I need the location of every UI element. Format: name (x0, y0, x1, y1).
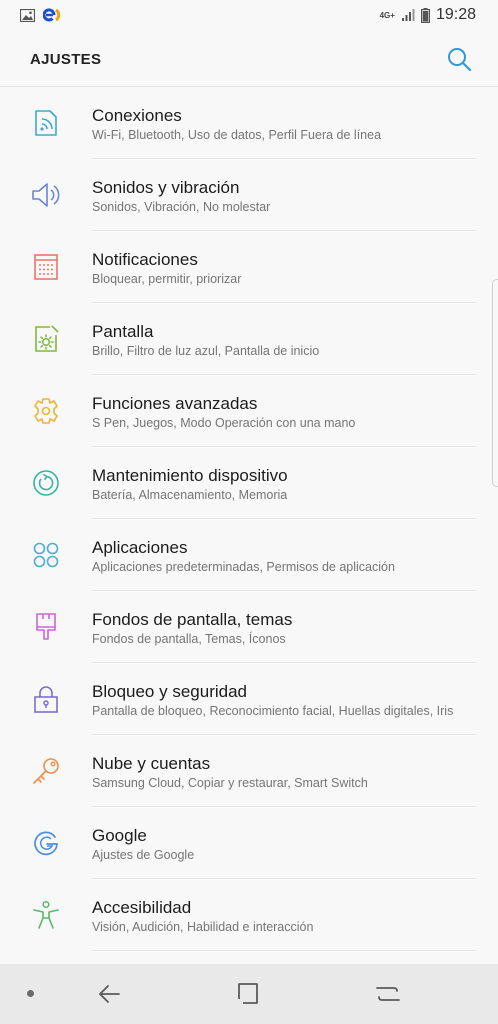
advanced-features-icon (34, 398, 58, 424)
wallpaper-icon (36, 613, 56, 640)
settings-item-sonidos[interactable]: Sonidos y vibración Sonidos, Vibración, … (0, 159, 498, 231)
settings-item-aplicaciones[interactable]: Aplicaciones Aplicaciones predeterminada… (0, 519, 498, 591)
item-subtitle: Ajustes de Google (92, 848, 195, 862)
gallery-notification-icon (20, 8, 35, 22)
item-title: Sonidos y vibración (92, 178, 240, 197)
settings-item-pantalla[interactable]: Pantalla Brillo, Filtro de luz azul, Pan… (0, 303, 498, 375)
item-title: Funciones avanzadas (92, 394, 258, 413)
page-title: AJUSTES (30, 51, 102, 68)
carrier-logo-icon (43, 8, 61, 22)
item-subtitle: Samsung Cloud, Copiar y restaurar, Smart… (92, 776, 368, 790)
settings-item-notificaciones[interactable]: Notificaciones Bloquear, permitir, prior… (0, 231, 498, 303)
connections-icon (35, 110, 57, 136)
item-subtitle: Brillo, Filtro de luz azul, Pantalla de … (92, 344, 320, 358)
item-title: Notificaciones (92, 250, 198, 269)
item-subtitle: Bloquear, permitir, priorizar (92, 272, 242, 286)
settings-item-google[interactable]: Google Ajustes de Google (0, 807, 498, 879)
google-icon (34, 831, 58, 856)
settings-list: Conexiones Wi-Fi, Bluetooth, Uso de dato… (0, 87, 498, 951)
apps-icon (33, 542, 59, 568)
settings-item-conexiones[interactable]: Conexiones Wi-Fi, Bluetooth, Uso de dato… (0, 87, 498, 159)
item-subtitle: Fondos de pantalla, Temas, Íconos (92, 632, 286, 646)
home-icon[interactable] (233, 979, 263, 1009)
signal-icon (401, 9, 415, 21)
network-type: 4G+ (379, 10, 395, 20)
edge-panel-handle[interactable] (492, 279, 498, 487)
search-icon[interactable] (446, 46, 472, 72)
settings-item-fondos[interactable]: Fondos de pantalla, temas Fondos de pant… (0, 591, 498, 663)
item-subtitle: Aplicaciones predeterminadas, Permisos d… (92, 560, 395, 574)
settings-item-funciones-avanzadas[interactable]: Funciones avanzadas S Pen, Juegos, Modo … (0, 375, 498, 447)
item-subtitle: Sonidos, Vibración, No molestar (92, 200, 271, 214)
item-title: Mantenimiento dispositivo (92, 466, 288, 485)
settings-item-bloqueo[interactable]: Bloqueo y seguridad Pantalla de bloqueo,… (0, 663, 498, 735)
item-subtitle: S Pen, Juegos, Modo Operación con una ma… (92, 416, 356, 430)
lock-icon (34, 686, 58, 713)
sound-icon (32, 183, 60, 207)
hide-nav-dot-icon[interactable] (27, 990, 34, 997)
back-icon[interactable] (94, 979, 124, 1009)
item-title: Conexiones (92, 106, 182, 125)
accessibility-icon (33, 900, 59, 929)
display-icon (35, 325, 59, 352)
settings-item-mantenimiento[interactable]: Mantenimiento dispositivo Batería, Almac… (0, 447, 498, 519)
clock: 19:28 (435, 6, 476, 23)
device-maintenance-icon (33, 470, 59, 496)
settings-item-nube[interactable]: Nube y cuentas Samsung Cloud, Copiar y r… (0, 735, 498, 807)
divider (92, 950, 476, 951)
item-subtitle: Wi-Fi, Bluetooth, Uso de datos, Perfil F… (92, 128, 382, 142)
item-title: Pantalla (92, 322, 154, 341)
item-title: Fondos de pantalla, temas (92, 610, 293, 629)
settings-item-accesibilidad[interactable]: Accesibilidad Visión, Audición, Habilida… (0, 879, 498, 951)
recents-icon[interactable] (373, 979, 403, 1009)
key-icon (33, 758, 59, 784)
item-title: Bloqueo y seguridad (92, 682, 248, 701)
item-title: Nube y cuentas (92, 754, 211, 773)
battery-icon (420, 7, 430, 23)
item-subtitle: Visión, Audición, Habilidad e interacció… (92, 920, 314, 934)
status-bar: 4G+ 19:28 (0, 0, 498, 32)
navigation-bar (0, 964, 498, 1024)
item-subtitle: Batería, Almacenamiento, Memoria (92, 488, 288, 502)
item-title: Accesibilidad (92, 898, 192, 917)
item-title: Aplicaciones (92, 538, 188, 557)
item-subtitle: Pantalla de bloqueo, Reconocimiento faci… (92, 704, 454, 718)
app-header: AJUSTES (0, 32, 498, 87)
notifications-icon (34, 254, 58, 280)
item-title: Google (92, 826, 147, 845)
